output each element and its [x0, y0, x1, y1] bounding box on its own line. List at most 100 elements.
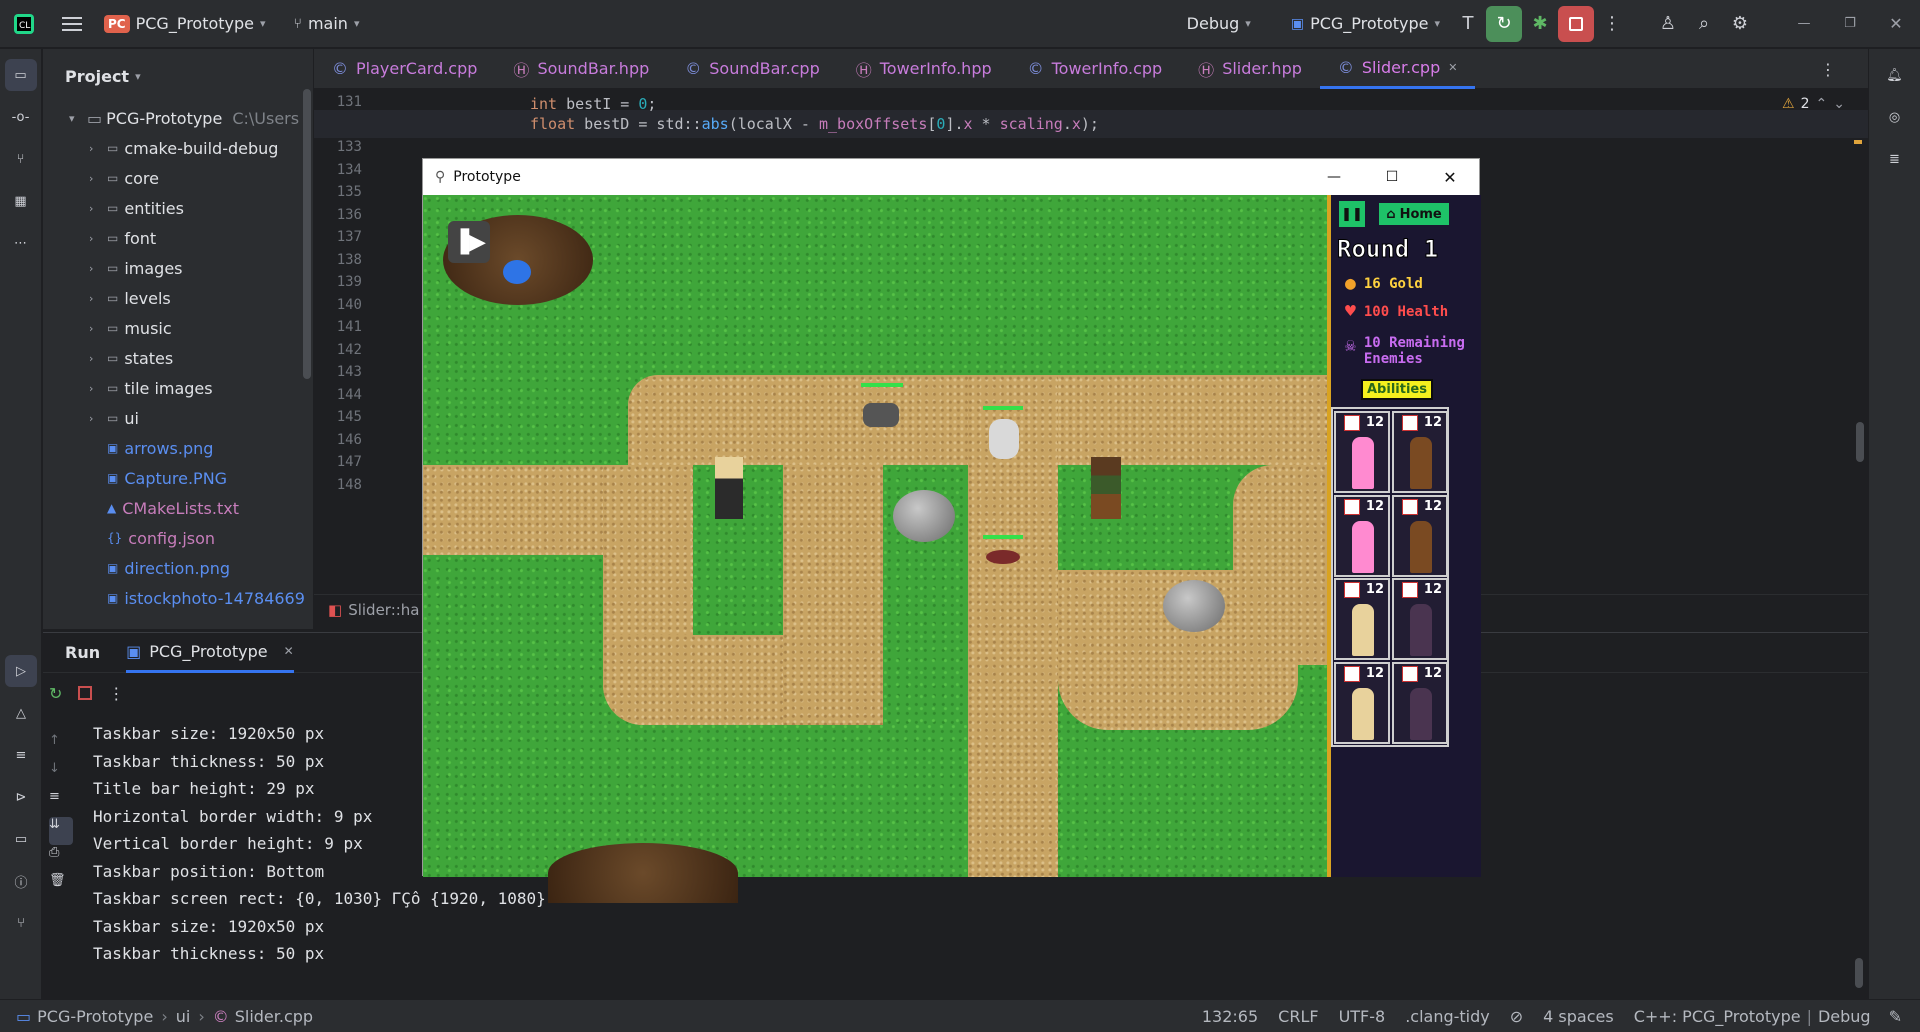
- trash-icon[interactable]: 🗑︎: [49, 873, 73, 901]
- edit-lock-icon[interactable]: ✎: [1889, 1007, 1902, 1026]
- error-stripe-marker[interactable]: [1854, 140, 1862, 144]
- restore-icon[interactable]: ❐: [1832, 6, 1868, 42]
- tree-folder[interactable]: › ▭ states: [43, 343, 313, 373]
- pause-button[interactable]: ❚❚: [1339, 201, 1365, 227]
- line-separator[interactable]: CRLF: [1278, 1007, 1318, 1026]
- tree-root[interactable]: ▾ ▭ PCG-Prototype C:\Users: [43, 103, 313, 133]
- cmake-context[interactable]: C++: PCG_Prototype: [1634, 1007, 1801, 1026]
- tower-card[interactable]: 12: [1334, 494, 1390, 577]
- editor-tab[interactable]: © PlayerCard.cpp: [314, 49, 495, 89]
- close-icon[interactable]: ✕: [284, 644, 294, 658]
- tree-folder[interactable]: › ▭ music: [43, 313, 313, 343]
- editor-scrollbar[interactable]: [1856, 422, 1864, 462]
- file-encoding[interactable]: UTF-8: [1339, 1007, 1386, 1026]
- tower-card[interactable]: 12: [1334, 661, 1390, 744]
- run-panel-title[interactable]: Run: [65, 643, 100, 662]
- tree-file[interactable]: ▲ CMakeLists.txt: [43, 493, 313, 523]
- editor-tab[interactable]: © SoundBar.cpp: [667, 49, 837, 89]
- tree-file[interactable]: ▣ arrows.png: [43, 433, 313, 463]
- add-user-icon[interactable]: ♙: [1650, 6, 1686, 42]
- tree-folder[interactable]: › ▭ ui: [43, 403, 313, 433]
- git-icon[interactable]: ⑂: [5, 907, 37, 939]
- todo-list-icon[interactable]: ≡: [5, 739, 37, 771]
- close-tab-icon[interactable]: ✕: [1448, 61, 1457, 74]
- project-folder-icon[interactable]: ▭: [4, 59, 37, 91]
- console-scrollbar[interactable]: [1855, 958, 1863, 988]
- ai-assistant-icon[interactable]: ◎: [1879, 101, 1911, 133]
- rerun-icon[interactable]: ↻: [49, 684, 62, 703]
- run-config-selector[interactable]: Debug ▾: [1187, 14, 1251, 33]
- status-crumb-folder[interactable]: ui: [176, 1007, 191, 1026]
- editor-tab[interactable]: © Slider.cpp ✕: [1319, 49, 1476, 89]
- more-vertical-icon[interactable]: ⋮: [1594, 6, 1630, 42]
- tree-folder[interactable]: › ▭ font: [43, 223, 313, 253]
- tree-folder[interactable]: › ▭ tile images: [43, 373, 313, 403]
- tower-card[interactable]: 12: [1334, 411, 1390, 493]
- tree-file[interactable]: ▣ istockphoto-14784669: [43, 583, 313, 613]
- tree-folder[interactable]: › ▭ entities: [43, 193, 313, 223]
- close-icon[interactable]: ✕: [1421, 168, 1479, 187]
- database-icon[interactable]: ≣: [1879, 143, 1911, 175]
- more-vertical-icon[interactable]: ⋮: [108, 684, 124, 703]
- status-crumb-project[interactable]: ▭ PCG-Prototype: [16, 1007, 153, 1026]
- indent-setting[interactable]: 4 spaces: [1543, 1007, 1614, 1026]
- tree-file[interactable]: ▣ Capture.PNG: [43, 463, 313, 493]
- project-switcher[interactable]: PC PCG_Prototype ▾: [104, 14, 266, 33]
- tower-card[interactable]: 12: [1392, 578, 1448, 660]
- editor-tab[interactable]: © TowerInfo.cpp: [1010, 49, 1181, 89]
- chevron-down-icon[interactable]: ⌄: [1833, 96, 1845, 112]
- branch-switcher[interactable]: ⑂ main ▾: [294, 14, 360, 33]
- debug-bug-icon[interactable]: ✱: [1522, 6, 1558, 42]
- scrollbar[interactable]: [303, 89, 311, 379]
- editor-tab[interactable]: Ⓗ SoundBar.hpp: [495, 49, 667, 89]
- tower-brown-rifleman[interactable]: [1091, 457, 1121, 519]
- build-hammer-icon[interactable]: T: [1450, 6, 1486, 42]
- pull-requests-icon[interactable]: ⑂: [5, 143, 37, 175]
- inspection-widget[interactable]: ⚠ 2 ⌃ ⌄: [1782, 90, 1845, 118]
- build-config[interactable]: Debug: [1818, 1007, 1871, 1026]
- play-speed-button[interactable]: ▐▶: [448, 221, 490, 263]
- linter-config[interactable]: .clang-tidy: [1405, 1007, 1490, 1026]
- stop-icon[interactable]: [78, 686, 93, 700]
- stop-icon[interactable]: [1558, 5, 1594, 42]
- tree-folder[interactable]: › ▭ levels: [43, 283, 313, 313]
- more-tools-icon[interactable]: ⋯: [5, 227, 37, 259]
- structure-icon[interactable]: ▦: [5, 185, 37, 217]
- maximize-icon[interactable]: ☐: [1363, 169, 1421, 185]
- abilities-button[interactable]: Abilities: [1361, 379, 1433, 400]
- caret-position[interactable]: 132:65: [1202, 1007, 1258, 1026]
- run-tool-icon[interactable]: ▷: [5, 655, 37, 687]
- close-icon[interactable]: ✕: [1878, 6, 1914, 42]
- editor-tab[interactable]: Ⓗ Slider.hpp: [1180, 49, 1320, 89]
- soft-wrap-icon[interactable]: ≡: [49, 789, 73, 817]
- settings-gear-icon[interactable]: ⚙: [1722, 6, 1758, 42]
- game-map[interactable]: ▐▶: [423, 195, 1327, 903]
- tower-card[interactable]: 12: [1392, 661, 1448, 744]
- arrow-down-icon[interactable]: ↓: [49, 761, 73, 789]
- editor-tab[interactable]: Ⓗ TowerInfo.hpp: [838, 49, 1010, 89]
- warning-triangle-icon[interactable]: △: [5, 697, 37, 729]
- tabs-more-icon[interactable]: ⋮: [1820, 60, 1836, 79]
- tower-card[interactable]: 12: [1334, 578, 1390, 660]
- tree-file[interactable]: ▣ direction.png: [43, 553, 313, 583]
- main-menu-icon[interactable]: [54, 6, 90, 42]
- terminal-icon[interactable]: ▭: [5, 823, 37, 855]
- tree-file[interactable]: {} config.json: [43, 523, 313, 553]
- tree-folder[interactable]: › ▭ core: [43, 163, 313, 193]
- clion-logo-icon[interactable]: CL: [6, 6, 42, 42]
- tower-blonde-gunner[interactable]: [715, 457, 743, 519]
- tower-card[interactable]: 12: [1392, 494, 1448, 577]
- run-config-tab[interactable]: ▣ PCG_Prototype ✕: [126, 633, 294, 673]
- commit-icon[interactable]: -o-: [5, 101, 37, 133]
- game-window-titlebar[interactable]: ⚲ Prototype — ☐ ✕: [423, 159, 1479, 195]
- problems-icon[interactable]: ⓘ: [5, 865, 37, 897]
- home-button[interactable]: ⌂ Home: [1379, 203, 1449, 225]
- services-icon[interactable]: ⊳: [5, 781, 37, 813]
- scroll-to-end-icon[interactable]: ⇊: [49, 817, 73, 845]
- rerun-icon[interactable]: ↻: [1486, 5, 1522, 42]
- game-window[interactable]: ⚲ Prototype — ☐ ✕ ▐▶ ❚❚ ⌂ Home Round 1 ●…: [422, 158, 1481, 903]
- chevron-up-icon[interactable]: ⌃: [1815, 96, 1827, 112]
- minimize-icon[interactable]: —: [1786, 6, 1822, 42]
- tower-card[interactable]: 12: [1392, 411, 1448, 493]
- search-icon[interactable]: ⌕: [1686, 6, 1722, 42]
